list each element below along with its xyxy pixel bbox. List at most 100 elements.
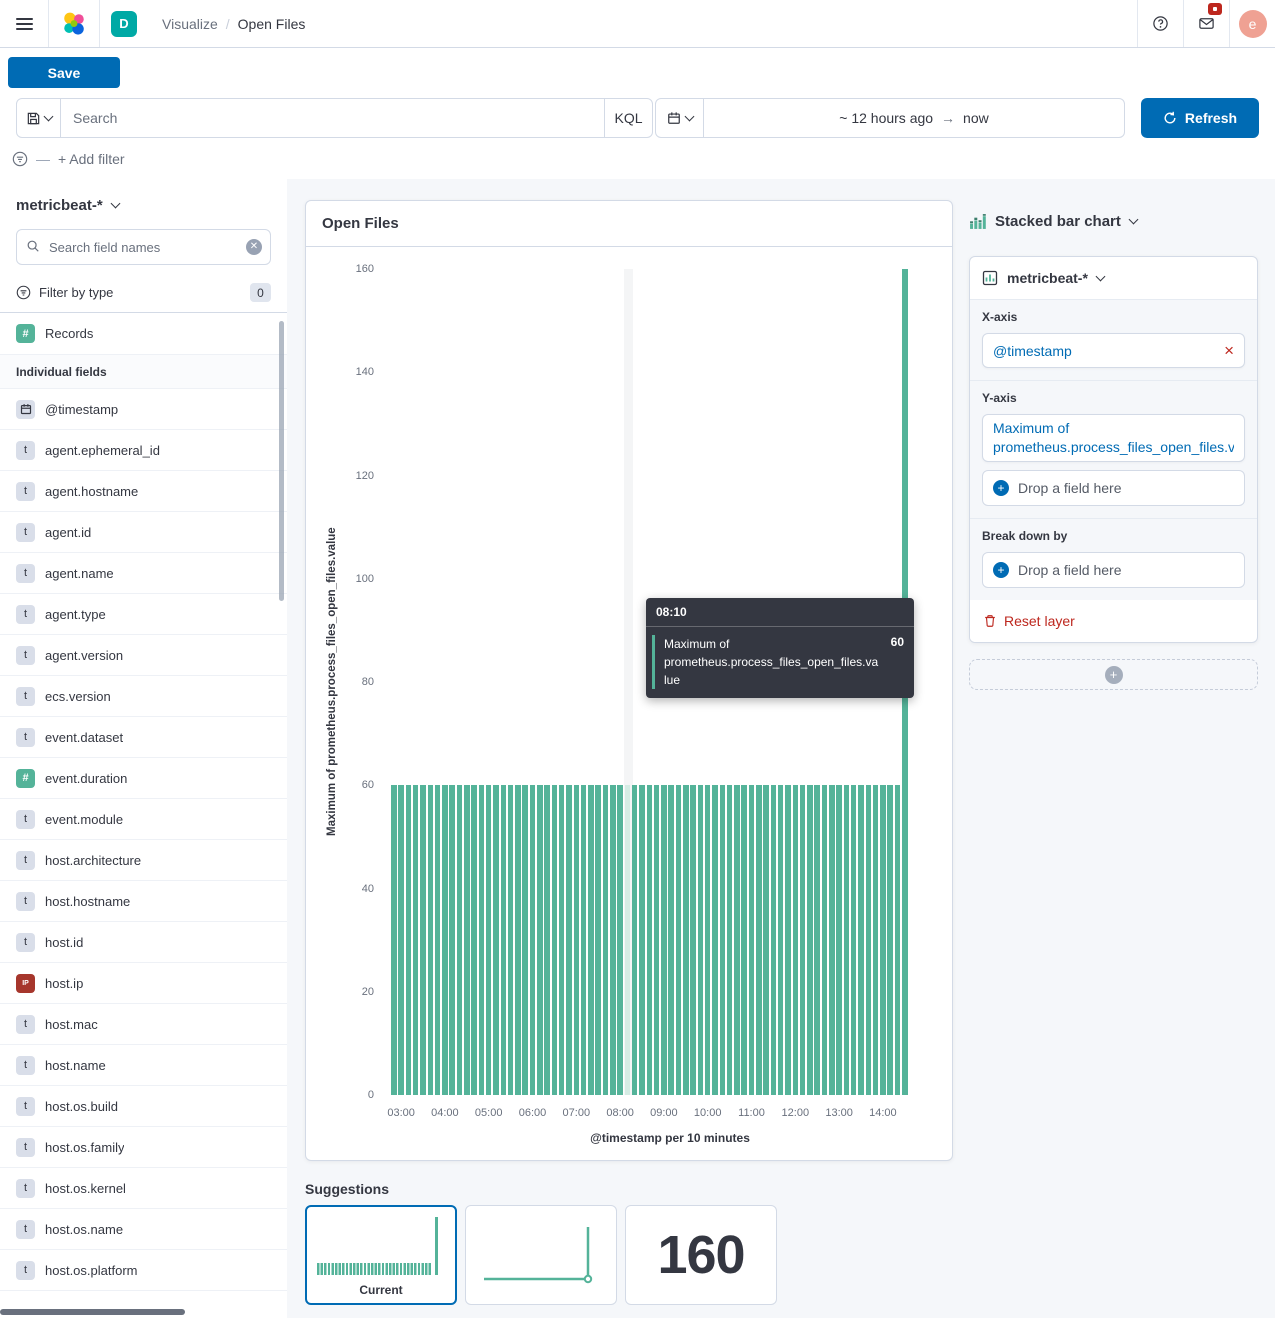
bar-08:20[interactable] [632, 785, 638, 1095]
bar-04:30[interactable] [464, 785, 470, 1095]
suggestion-current[interactable]: Current [305, 1205, 457, 1305]
saved-query-button[interactable] [17, 99, 61, 137]
field-item-host.hostname[interactable]: thost.hostname [0, 881, 287, 922]
bar-12:10[interactable] [800, 785, 806, 1095]
add-layer-button[interactable]: + [969, 659, 1258, 690]
refresh-button[interactable]: Refresh [1141, 98, 1259, 138]
field-item-agent.name[interactable]: tagent.name [0, 553, 287, 594]
bar-10:40[interactable] [734, 785, 740, 1095]
field-item-host.os.platform[interactable]: thost.os.platform [0, 1250, 287, 1291]
bar-11:50[interactable] [785, 785, 791, 1095]
bar-11:00[interactable] [749, 785, 755, 1095]
time-to[interactable]: now [963, 110, 989, 126]
newsfeed-button[interactable] [1183, 0, 1229, 47]
bar-07:20[interactable] [588, 785, 594, 1095]
bar-08:30[interactable] [639, 785, 645, 1095]
breakdown-drop-target[interactable]: + Drop a field here [982, 552, 1245, 588]
field-item-host.id[interactable]: thost.id [0, 922, 287, 963]
suggestion-metric[interactable]: 160 [625, 1205, 777, 1305]
field-item-host.name[interactable]: thost.name [0, 1045, 287, 1086]
bar-03:00[interactable] [398, 785, 404, 1095]
bar-13:20[interactable] [851, 785, 857, 1095]
bar-08:00[interactable] [617, 785, 623, 1095]
bar-11:20[interactable] [763, 785, 769, 1095]
layer-source-selector[interactable]: metricbeat-* [970, 257, 1116, 299]
bar-09:10[interactable] [668, 785, 674, 1095]
sidebar-scrollbar[interactable] [279, 321, 284, 601]
add-filter-button[interactable]: + Add filter [58, 151, 125, 167]
bar-07:30[interactable] [595, 785, 601, 1095]
bar-11:10[interactable] [756, 785, 762, 1095]
bar-12:40[interactable] [822, 785, 828, 1095]
bar-04:40[interactable] [471, 785, 477, 1095]
bar-06:00[interactable] [530, 785, 536, 1095]
bar-13:30[interactable] [858, 785, 864, 1095]
bar-13:00[interactable] [836, 785, 842, 1095]
remove-dimension-icon[interactable]: × [1224, 342, 1234, 359]
bar-10:00[interactable] [705, 785, 711, 1095]
kql-button[interactable]: KQL [604, 99, 652, 137]
user-menu-button[interactable]: e [1229, 0, 1275, 47]
horizontal-scrollbar[interactable] [0, 1309, 185, 1315]
bar-04:50[interactable] [479, 785, 485, 1095]
field-item-event.module[interactable]: tevent.module [0, 799, 287, 840]
field-item-host.os.kernel[interactable]: thost.os.kernel [0, 1168, 287, 1209]
bar-03:30[interactable] [420, 785, 426, 1095]
bar-07:50[interactable] [610, 785, 616, 1095]
bar-04:00[interactable] [442, 785, 448, 1095]
bar-02:50[interactable] [391, 785, 397, 1095]
bar-13:40[interactable] [866, 785, 872, 1095]
bar-03:20[interactable] [413, 785, 419, 1095]
bar-07:10[interactable] [581, 785, 587, 1095]
clear-search-icon[interactable]: ✕ [246, 239, 262, 255]
bar-14:10[interactable] [887, 785, 893, 1095]
bar-12:30[interactable] [814, 785, 820, 1095]
field-item-agent.version[interactable]: tagent.version [0, 635, 287, 676]
bar-08:10[interactable] [625, 785, 631, 1095]
bar-09:40[interactable] [690, 785, 696, 1095]
breadcrumb-visualize[interactable]: Visualize [162, 16, 218, 32]
bar-03:40[interactable] [428, 785, 434, 1095]
bar-13:50[interactable] [873, 785, 879, 1095]
bar-12:50[interactable] [829, 785, 835, 1095]
search-input[interactable] [61, 99, 604, 137]
bar-14:00[interactable] [880, 785, 886, 1095]
bar-04:10[interactable] [449, 785, 455, 1095]
bar-11:40[interactable] [778, 785, 784, 1095]
bar-05:50[interactable] [522, 785, 528, 1095]
bar-05:30[interactable] [508, 785, 514, 1095]
bar-06:10[interactable] [537, 785, 543, 1095]
index-pattern-selector[interactable]: metricbeat-* [0, 179, 135, 214]
bar-06:50[interactable] [566, 785, 572, 1095]
field-item-host.ip[interactable]: IPhost.ip [0, 963, 287, 1004]
bar-14:20[interactable] [895, 785, 901, 1095]
bar-09:00[interactable] [661, 785, 667, 1095]
bar-06:30[interactable] [552, 785, 558, 1095]
x-axis-field[interactable]: @timestamp [993, 343, 1216, 359]
bar-12:00[interactable] [793, 785, 799, 1095]
save-button[interactable]: Save [8, 57, 120, 88]
bar-13:10[interactable] [844, 785, 850, 1095]
field-search-input[interactable] [16, 229, 271, 265]
bar-05:10[interactable] [493, 785, 499, 1095]
bar-12:20[interactable] [807, 785, 813, 1095]
field-item-ecs.version[interactable]: tecs.version [0, 676, 287, 717]
menu-button[interactable] [0, 0, 48, 47]
field-item-host.os.build[interactable]: thost.os.build [0, 1086, 287, 1127]
bar-10:10[interactable] [712, 785, 718, 1095]
bar-10:20[interactable] [720, 785, 726, 1095]
bar-09:50[interactable] [698, 785, 704, 1095]
filter-by-type-row[interactable]: Filter by type 0 [0, 275, 287, 313]
bar-06:20[interactable] [544, 785, 550, 1095]
x-axis-dimension[interactable]: @timestamp × [982, 333, 1245, 368]
field-item-host.mac[interactable]: thost.mac [0, 1004, 287, 1045]
bar-09:30[interactable] [683, 785, 689, 1095]
time-from[interactable]: ~ 12 hours ago [839, 110, 933, 126]
bar-05:20[interactable] [501, 785, 507, 1095]
field-item-event.dataset[interactable]: tevent.dataset [0, 717, 287, 758]
datepicker-button[interactable] [656, 99, 704, 137]
bar-03:10[interactable] [406, 785, 412, 1095]
bar-11:30[interactable] [771, 785, 777, 1095]
field-item-agent.type[interactable]: tagent.type [0, 594, 287, 635]
field-item-@timestamp[interactable]: @timestamp [0, 389, 287, 430]
